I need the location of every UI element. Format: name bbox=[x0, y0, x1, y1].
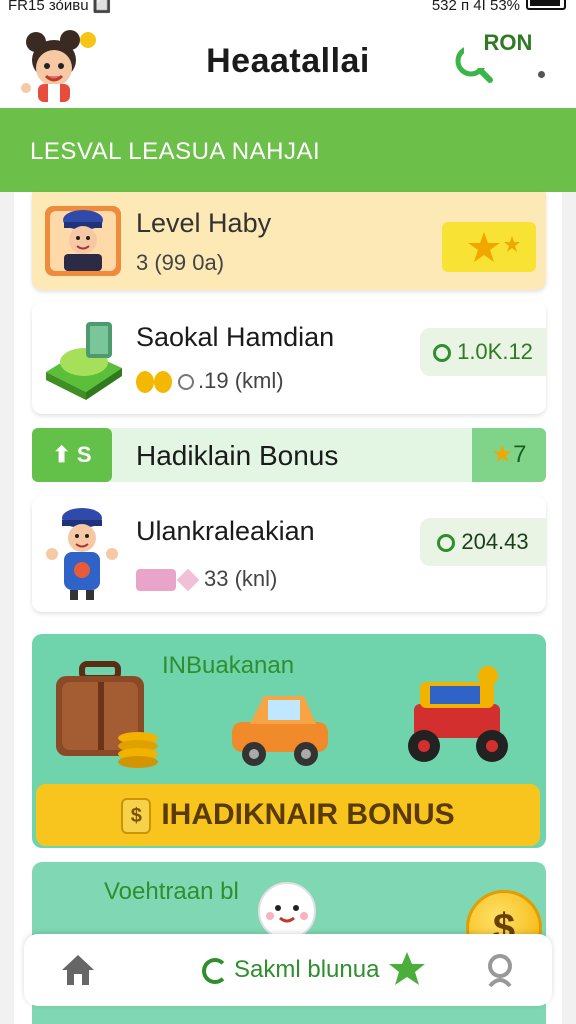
diamond-icon bbox=[176, 568, 200, 592]
bottom-nav-center-label: Sakml blunua bbox=[234, 956, 380, 983]
coin-icon bbox=[154, 371, 172, 394]
battery-icon bbox=[526, 0, 566, 10]
level-badge bbox=[442, 222, 536, 272]
mascot-icon bbox=[256, 880, 318, 942]
shop-card-badge-text: 1.0K.12 bbox=[457, 339, 533, 364]
home-icon[interactable] bbox=[60, 952, 96, 988]
banner-text: LESVAL LEASUA NAHJAI bbox=[30, 138, 321, 165]
bonus-strip[interactable]: ⬆ S Hadiklain Bonus ★7 bbox=[32, 428, 546, 482]
banner-action-button[interactable]: RON bbox=[464, 18, 552, 68]
ticket-icon bbox=[136, 569, 176, 592]
shop-card-badge: 1.0K.12 bbox=[420, 328, 546, 376]
user-card-subtitle-text: 33 (knl) bbox=[204, 566, 278, 591]
star-icon: ★ bbox=[491, 441, 514, 468]
phone-icon bbox=[202, 957, 228, 984]
status-right-text: 532 ᴨ 4I 53% bbox=[431, 0, 520, 14]
secondary-promo-title: Voehtraan bl bbox=[104, 878, 239, 905]
bottom-navigation: Sakml blunua bbox=[24, 934, 552, 1006]
coin-icon: $ bbox=[121, 798, 152, 835]
claim-bonus-button[interactable]: $ IHADIKNAIR BONUS bbox=[36, 784, 540, 846]
cash-stack-icon bbox=[46, 322, 122, 400]
coin-icon bbox=[136, 371, 154, 394]
user-card-subtitle: 33 (knl) bbox=[136, 566, 277, 592]
promo-card[interactable]: INBuakanan $ IHADIKNAIR BONUS bbox=[32, 634, 546, 848]
go-kart-icon bbox=[408, 666, 508, 762]
profile-icon[interactable] bbox=[482, 952, 518, 988]
level-card-title: Level Haby bbox=[136, 208, 272, 238]
claim-bonus-label: IHADIKNAIR BONUS bbox=[161, 798, 455, 831]
shop-card-subtitle: .19 (kml) bbox=[136, 368, 284, 394]
clock-icon bbox=[178, 374, 194, 391]
level-card[interactable]: Level Haby 3 (99 0a) bbox=[32, 192, 546, 290]
search-icon bbox=[437, 534, 456, 553]
shop-card-subtitle-text: .19 (kml) bbox=[198, 368, 284, 393]
search-icon bbox=[433, 344, 452, 363]
bonus-tag: ⬆ S bbox=[32, 428, 112, 482]
character-avatar-icon bbox=[46, 508, 118, 600]
user-card-badge: 204.43 bbox=[420, 518, 546, 566]
user-card-badge-text: 204.43 bbox=[461, 529, 529, 554]
shop-card[interactable]: Saokal Hamdian .19 (kml) 1.0K.12 bbox=[32, 302, 546, 414]
league-banner: LESVAL LEASUA NAHJAI bbox=[0, 108, 576, 192]
level-card-subtitle: 3 (99 0a) bbox=[136, 250, 225, 275]
user-card[interactable]: Ulankraleakian 33 (knl) 204.43 bbox=[32, 496, 546, 612]
status-bar: FR15 зо́ивu 🔲 532 ᴨ 4I 53% bbox=[0, 0, 576, 16]
car-icon bbox=[232, 696, 328, 766]
shop-card-title: Saokal Hamdian bbox=[136, 322, 335, 352]
bonus-count-badge: ★7 bbox=[472, 428, 546, 482]
bonus-strip-title: Hadiklain Bonus bbox=[136, 440, 339, 471]
bonus-count-text: 7 bbox=[513, 441, 527, 468]
level-avatar-icon bbox=[45, 206, 121, 276]
star-icon bbox=[468, 232, 520, 262]
bottom-nav-center-item[interactable]: Sakml blunua bbox=[202, 956, 379, 984]
user-card-title: Ulankraleakian bbox=[136, 516, 315, 546]
status-left-text: FR15 зо́ивu 🔲 bbox=[8, 0, 112, 14]
promo-title: INBuakanan bbox=[162, 652, 295, 679]
suitcase-icon bbox=[56, 661, 158, 768]
star-icon[interactable] bbox=[388, 950, 426, 988]
